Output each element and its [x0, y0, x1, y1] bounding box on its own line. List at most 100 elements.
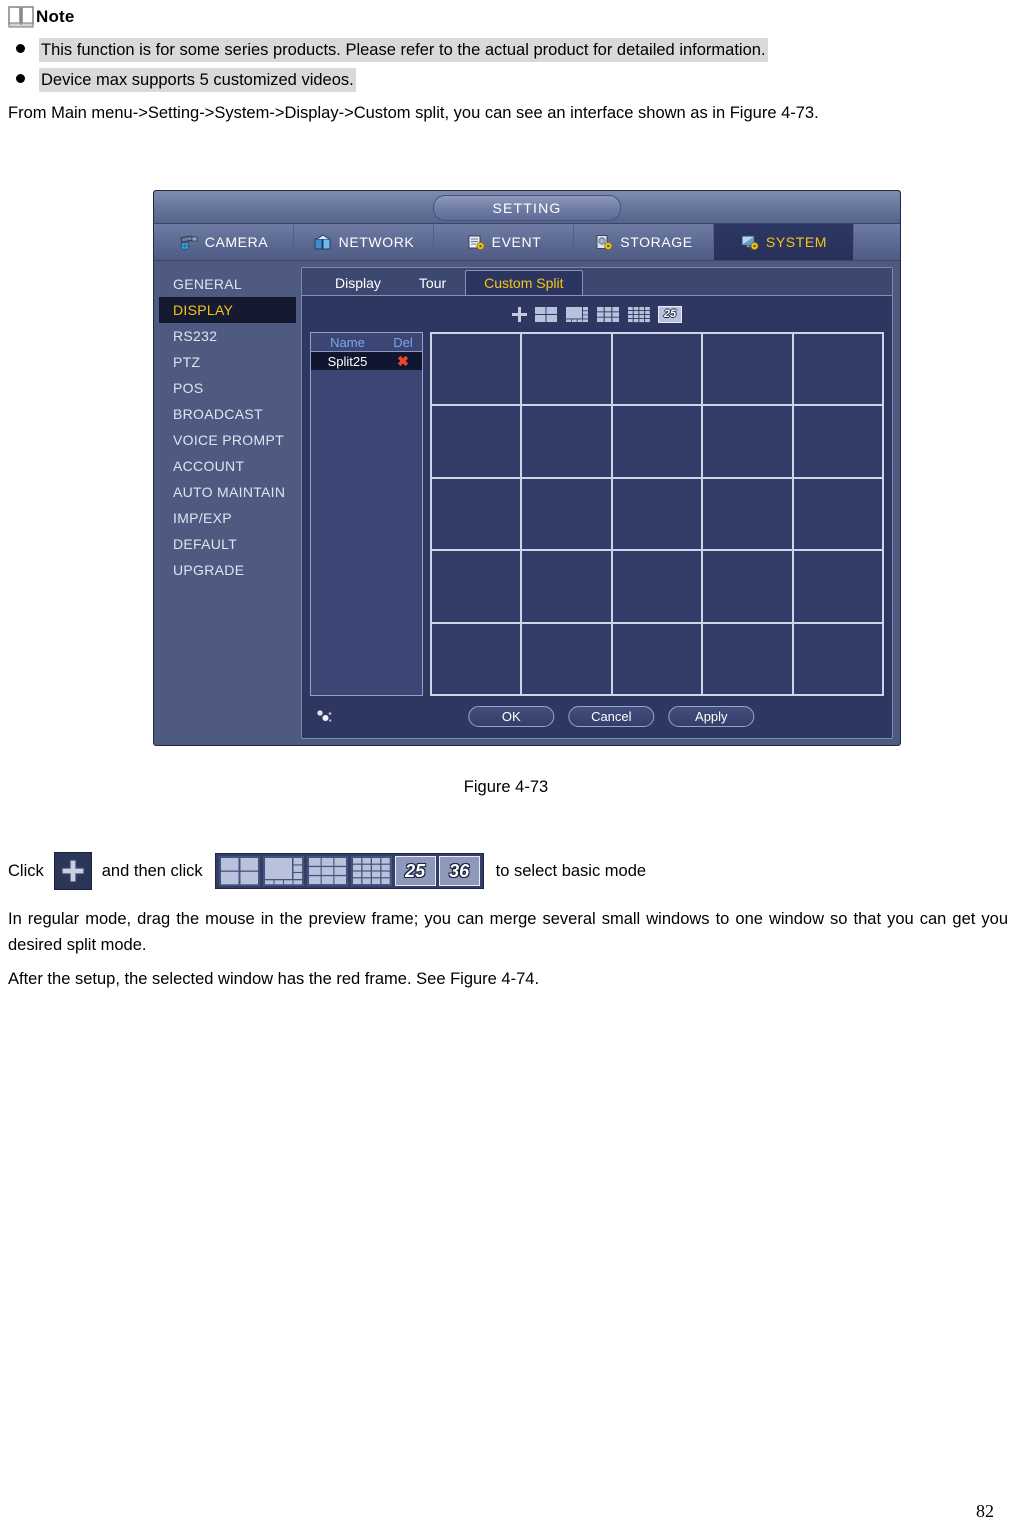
sidebar-item-default[interactable]: DEFAULT: [159, 531, 296, 557]
preview-cell[interactable]: [703, 334, 792, 405]
tab-camera-label: CAMERA: [204, 234, 269, 250]
list-item[interactable]: Split25 ✖: [311, 352, 422, 370]
preview-grid[interactable]: [430, 332, 884, 696]
split-25-icon[interactable]: 25: [658, 305, 682, 323]
tab-filler: [854, 224, 900, 260]
tab-system[interactable]: SYSTEM: [714, 224, 854, 260]
tab-custom-split[interactable]: Custom Split: [465, 270, 583, 295]
note-bullet: Device max supports 5 customized videos.: [8, 68, 1008, 92]
sidebar-item-display[interactable]: DISPLAY: [159, 297, 296, 323]
figure-caption: Figure 4-73: [463, 778, 549, 796]
preview-cell[interactable]: [703, 406, 792, 477]
preview-cell[interactable]: [793, 334, 882, 405]
preview-cell[interactable]: [612, 551, 702, 622]
preview-cell[interactable]: [522, 406, 611, 477]
after-setup-paragraph: After the setup, the selected window has…: [8, 970, 540, 988]
dvr-setting-window: SETTING CAMERA NETWORK EVENT STORAGE SYS…: [153, 190, 901, 746]
preview-cell[interactable]: [522, 623, 611, 694]
tab-event-label: EVENT: [491, 234, 542, 250]
tab-event[interactable]: EVENT: [434, 224, 574, 260]
sidebar-item-rs232[interactable]: RS232: [159, 323, 296, 349]
ok-button[interactable]: OK: [468, 705, 555, 727]
preview-cell[interactable]: [432, 551, 521, 622]
delete-icon[interactable]: ✖: [384, 353, 422, 370]
sidebar-item-imp-exp[interactable]: IMP/EXP: [159, 505, 296, 531]
footer-buttons: OK Cancel Apply: [468, 705, 755, 727]
split-16-icon[interactable]: [350, 856, 392, 886]
regular-mode-paragraph: In regular mode, drag the mouse in the p…: [8, 910, 1008, 954]
tail-paragraphs: In regular mode, drag the mouse in the p…: [8, 898, 1008, 992]
preview-cell[interactable]: [522, 551, 611, 622]
tab-system-label: SYSTEM: [765, 234, 828, 250]
mouse-cursor-icon[interactable]: [310, 709, 333, 724]
apply-button[interactable]: Apply: [668, 705, 755, 727]
book-icon: [8, 6, 34, 28]
preview-cell[interactable]: [703, 478, 792, 550]
sidebar-item-voice-prompt[interactable]: VOICE PROMPT: [159, 427, 296, 453]
main-category-tabs: CAMERA NETWORK EVENT STORAGE SYSTEM: [154, 224, 900, 261]
split-4-icon[interactable]: [534, 305, 558, 323]
page-number: 82: [976, 1501, 994, 1521]
sidebar-item-ptz[interactable]: PTZ: [159, 349, 296, 375]
sidebar-item-broadcast[interactable]: BROADCAST: [159, 401, 296, 427]
custom-split-content: 25 Name Del Split25 ✖ OK Cancel Apply: [302, 296, 892, 738]
sidebar-item-pos[interactable]: POS: [159, 375, 296, 401]
note-bullet-text: This function is for some series product…: [39, 38, 768, 62]
split-6-icon[interactable]: [565, 305, 589, 323]
camera-icon: [179, 234, 199, 251]
display-settings-panel: Display Tour Custom Split 25 Name Del Sp…: [301, 267, 893, 739]
tab-network[interactable]: NETWORK: [294, 224, 434, 260]
sidebar-item-auto-maintain[interactable]: AUTO MAINTAIN: [159, 479, 296, 505]
split-mode-icon-strip: 25 36: [214, 853, 484, 889]
note-bullet-text: Device max supports 5 customized videos.: [39, 68, 356, 92]
plus-icon[interactable]: [512, 306, 527, 322]
click-prefix-text: Click: [8, 861, 44, 880]
preview-cell[interactable]: [703, 623, 792, 694]
preview-cell[interactable]: [793, 406, 882, 477]
settings-sidebar: GENERAL DISPLAY RS232 PTZ POS BROADCAST …: [159, 267, 296, 739]
preview-cell[interactable]: [612, 334, 702, 405]
list-empty-area: [311, 370, 422, 695]
preview-cell[interactable]: [522, 478, 611, 550]
preview-cell[interactable]: [612, 478, 702, 550]
click-suffix-text: to select basic mode: [495, 861, 647, 880]
sidebar-item-account[interactable]: ACCOUNT: [159, 453, 296, 479]
tab-tour[interactable]: Tour: [400, 270, 465, 295]
bullet-dot-icon: [16, 74, 25, 83]
network-icon: [313, 233, 333, 251]
preview-cell[interactable]: [432, 623, 521, 694]
sidebar-item-upgrade[interactable]: UPGRADE: [159, 557, 296, 583]
preview-cell[interactable]: [432, 478, 521, 550]
preview-cell[interactable]: [703, 551, 792, 622]
split-4-icon[interactable]: [218, 856, 260, 886]
preview-cell[interactable]: [793, 623, 882, 694]
window-title: SETTING: [433, 195, 621, 221]
storage-icon: [594, 234, 614, 251]
tab-camera[interactable]: CAMERA: [154, 224, 294, 260]
intro-paragraph: From Main menu->Setting->System->Display…: [8, 104, 819, 122]
preview-cell[interactable]: [793, 478, 882, 550]
split-9-icon[interactable]: [306, 856, 348, 886]
preview-cell[interactable]: [432, 406, 521, 477]
preview-cell[interactable]: [793, 551, 882, 622]
split-25-icon[interactable]: 25: [394, 856, 436, 886]
column-header-del: Del: [393, 334, 413, 350]
split-name-list: Name Del Split25 ✖: [310, 332, 423, 696]
preview-cell[interactable]: [612, 406, 702, 477]
split-editor-row: Name Del Split25 ✖: [310, 332, 884, 696]
tab-network-label: NETWORK: [338, 234, 415, 250]
preview-cell[interactable]: [522, 334, 611, 405]
split-9-icon[interactable]: [596, 305, 620, 323]
panel-tabbar: Display Tour Custom Split: [302, 268, 892, 296]
plus-icon[interactable]: [53, 852, 92, 890]
preview-cell[interactable]: [432, 334, 521, 405]
preview-cell[interactable]: [612, 623, 702, 694]
click-middle-text: and then click: [101, 861, 203, 880]
tab-storage[interactable]: STORAGE: [574, 224, 714, 260]
cancel-button[interactable]: Cancel: [568, 705, 655, 727]
sidebar-item-general[interactable]: GENERAL: [159, 271, 296, 297]
tab-display[interactable]: Display: [316, 270, 400, 295]
split-36-icon[interactable]: 36: [438, 856, 480, 886]
split-6-icon[interactable]: [262, 856, 304, 886]
split-16-icon[interactable]: [627, 305, 651, 323]
